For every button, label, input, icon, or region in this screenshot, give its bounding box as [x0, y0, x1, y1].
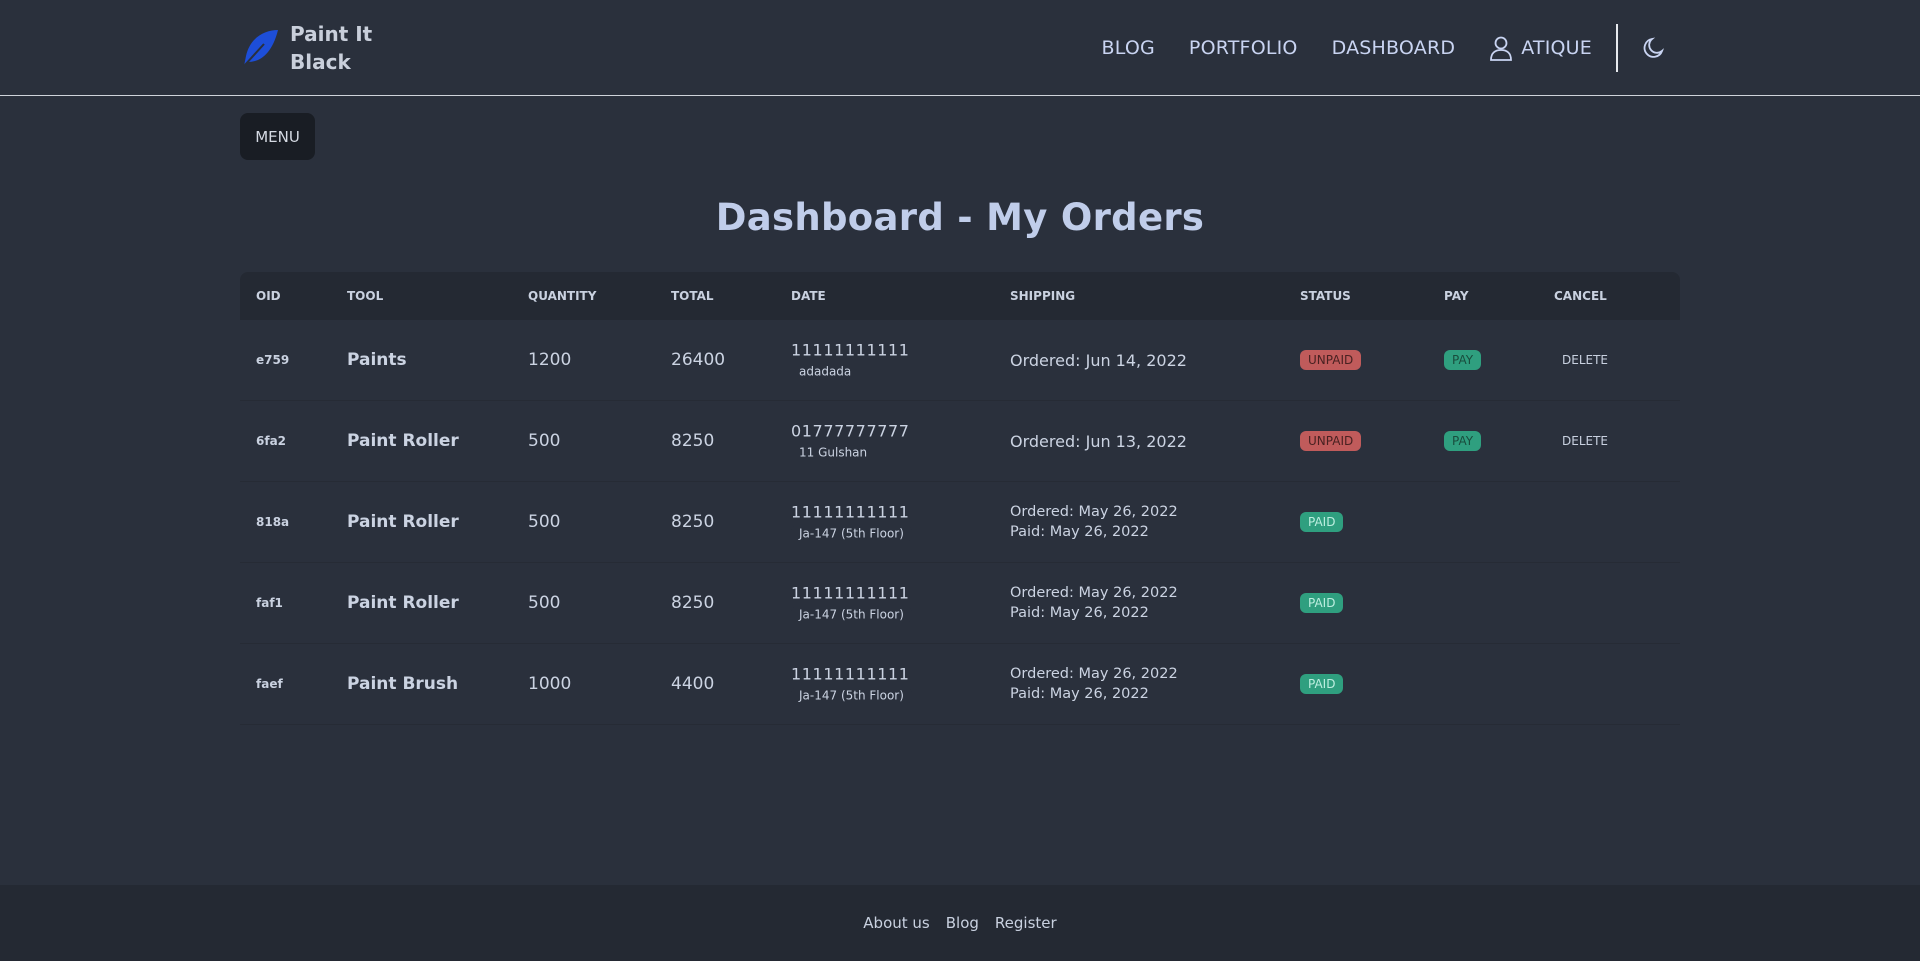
- orders-table: OID TOOL QUANTITY TOTAL DATE SHIPPING ST…: [240, 272, 1680, 725]
- delete-button[interactable]: DELETE: [1554, 350, 1616, 370]
- menu-button[interactable]: MENU: [240, 113, 315, 160]
- status-badge: UNPAID: [1300, 350, 1362, 370]
- quantity: 500: [528, 431, 561, 451]
- tool-name: Paint Roller: [347, 593, 459, 613]
- status-badge: PAID: [1300, 674, 1344, 694]
- tool-name: Paint Roller: [347, 431, 459, 451]
- address-badge: adadada: [791, 363, 860, 380]
- user-icon: [1490, 36, 1513, 61]
- header-shipping: SHIPPING: [1010, 289, 1076, 303]
- nav-dashboard[interactable]: DASHBOARD: [1332, 37, 1456, 59]
- shipping-cell: Ordered: May 26, 2022 Paid: May 26, 2022: [1010, 502, 1178, 542]
- shipping-cell: Ordered: May 26, 2022 Paid: May 26, 2022: [1010, 583, 1178, 623]
- page-title: Dashboard - My Orders: [715, 196, 1205, 239]
- quantity: 1200: [528, 350, 572, 370]
- nav-user[interactable]: ATIQUE: [1489, 35, 1592, 61]
- status-badge: PAID: [1300, 512, 1344, 532]
- phone: 11111111111: [791, 502, 910, 522]
- shipping-ordered: Ordered: May 26, 2022: [1010, 504, 1178, 520]
- table-header: OID TOOL QUANTITY TOTAL DATE SHIPPING ST…: [240, 272, 1680, 320]
- table-row: 818a Paint Roller 500 8250 11111111111 J…: [240, 482, 1680, 563]
- brand-name: Paint It Black: [290, 22, 373, 74]
- footer: About us Blog Register: [0, 885, 1920, 961]
- pay-button[interactable]: PAY: [1444, 431, 1482, 451]
- footer-register-link[interactable]: Register: [995, 914, 1057, 932]
- order-id: 818a: [256, 515, 290, 529]
- tool-name: Paints: [347, 350, 407, 370]
- nav-blog[interactable]: BLOG: [1102, 37, 1155, 59]
- status-badge: PAID: [1300, 593, 1344, 613]
- address-badge: Ja-147 (5th Floor): [791, 525, 912, 542]
- order-id: e759: [256, 353, 290, 367]
- pay-button[interactable]: PAY: [1444, 350, 1482, 370]
- shipping-paid: Paid: May 26, 2022: [1010, 686, 1149, 702]
- navbar: Paint It Black BLOG PORTFOLIO DASHBOARD …: [0, 0, 1920, 96]
- footer-blog-link[interactable]: Blog: [946, 914, 979, 932]
- status-badge: UNPAID: [1300, 431, 1362, 451]
- phone: 11111111111: [791, 583, 910, 603]
- shipping-ordered: Ordered: Jun 13, 2022: [1010, 431, 1187, 451]
- header-tool: TOOL: [347, 289, 384, 303]
- user-name: ATIQUE: [1521, 37, 1592, 59]
- table-row: 6fa2 Paint Roller 500 8250 01777777777 1…: [240, 401, 1680, 482]
- phone: 01777777777: [791, 421, 910, 441]
- moon-icon[interactable]: [1642, 36, 1666, 60]
- header-status: STATUS: [1300, 289, 1351, 303]
- order-id: faf1: [256, 596, 283, 610]
- nav-portfolio[interactable]: PORTFOLIO: [1189, 37, 1298, 59]
- order-id: 6fa2: [256, 434, 287, 448]
- address-badge: Ja-147 (5th Floor): [791, 606, 912, 623]
- header-cancel: CANCEL: [1554, 289, 1607, 303]
- date-cell: 11111111111 Ja-147 (5th Floor): [791, 584, 912, 623]
- delete-button[interactable]: DELETE: [1554, 431, 1616, 451]
- phone: 11111111111: [791, 340, 910, 360]
- header-quantity: QUANTITY: [528, 289, 597, 303]
- shipping-cell: Ordered: May 26, 2022 Paid: May 26, 2022: [1010, 664, 1178, 704]
- shipping-paid: Paid: May 26, 2022: [1010, 524, 1149, 540]
- nav-links: BLOG PORTFOLIO DASHBOARD ATIQUE: [1102, 0, 1920, 96]
- tool-name: Paint Roller: [347, 512, 459, 532]
- date-cell: 11111111111 Ja-147 (5th Floor): [791, 503, 912, 542]
- shipping-paid: Paid: May 26, 2022: [1010, 605, 1149, 621]
- phone: 11111111111: [791, 664, 910, 684]
- date-cell: 11111111111 adadada: [791, 341, 910, 380]
- address-badge: 11 Gulshan: [791, 444, 876, 461]
- tool-name: Paint Brush: [347, 674, 459, 694]
- quantity: 1000: [528, 674, 572, 694]
- shipping-ordered: Ordered: May 26, 2022: [1010, 666, 1178, 682]
- table-row: faf1 Paint Roller 500 8250 11111111111 J…: [240, 563, 1680, 644]
- brand[interactable]: Paint It Black: [238, 20, 380, 76]
- feather-icon: [243, 30, 278, 67]
- date-cell: 01777777777 11 Gulshan: [791, 422, 910, 461]
- nav-divider: [1616, 24, 1618, 72]
- total: 4400: [671, 674, 715, 694]
- order-id: faef: [256, 677, 283, 691]
- header-oid: OID: [256, 289, 281, 303]
- total: 8250: [671, 431, 715, 451]
- address-badge: Ja-147 (5th Floor): [791, 687, 912, 704]
- header-total: TOTAL: [671, 289, 714, 303]
- header-pay: PAY: [1444, 289, 1469, 303]
- quantity: 500: [528, 512, 561, 532]
- date-cell: 11111111111 Ja-147 (5th Floor): [791, 665, 912, 704]
- shipping-ordered: Ordered: Jun 14, 2022: [1010, 350, 1187, 370]
- quantity: 500: [528, 593, 561, 613]
- total: 8250: [671, 593, 715, 613]
- shipping-ordered: Ordered: May 26, 2022: [1010, 585, 1178, 601]
- total: 8250: [671, 512, 715, 532]
- table-row: e759 Paints 1200 26400 11111111111 adada…: [240, 320, 1680, 401]
- table-row: faef Paint Brush 1000 4400 11111111111 J…: [240, 644, 1680, 725]
- header-date: DATE: [791, 289, 826, 303]
- footer-about-link[interactable]: About us: [863, 914, 929, 932]
- total: 26400: [671, 350, 726, 370]
